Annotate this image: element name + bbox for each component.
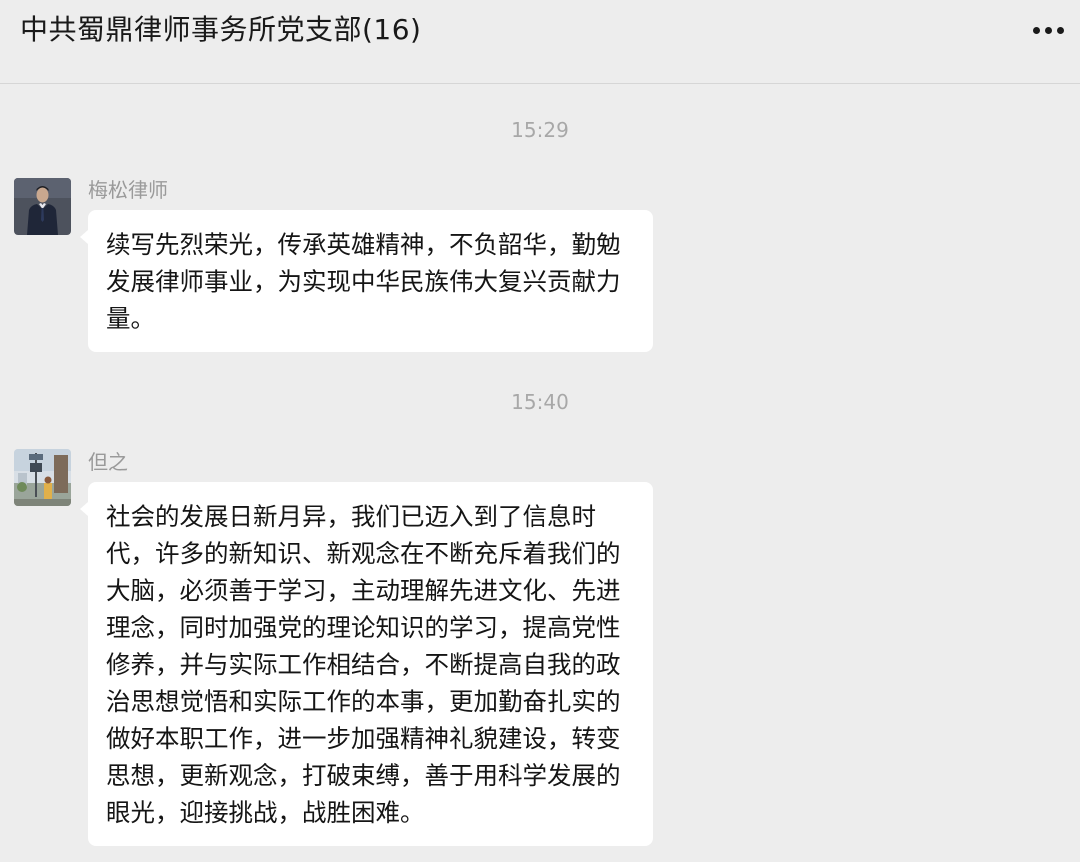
sender-avatar[interactable] xyxy=(14,178,71,235)
street-photo-avatar-icon xyxy=(14,449,71,506)
chat-header: 中共蜀鼎律师事务所党支部(16) xyxy=(0,0,1080,84)
person-in-suit-avatar-icon xyxy=(14,178,71,235)
sender-name: 但之 xyxy=(88,450,128,474)
message-timestamp: 15:40 xyxy=(511,390,569,414)
message-timestamp: 15:29 xyxy=(511,118,569,142)
sender-avatar[interactable] xyxy=(14,449,71,506)
message-bubble[interactable]: 续写先烈荣光，传承英雄精神，不负韶华，勤勉发展律师事业，为实现中华民族伟大复兴贡… xyxy=(80,210,653,352)
chat-title: 中共蜀鼎律师事务所党支部(16) xyxy=(20,13,422,46)
message-bubble[interactable]: 社会的发展日新月异，我们已迈入到了信息时代，许多的新知识、新观念在不断充斥着我们… xyxy=(80,482,653,846)
sender-name: 梅松律师 xyxy=(88,178,168,202)
more-dots-icon[interactable] xyxy=(1024,14,1072,46)
